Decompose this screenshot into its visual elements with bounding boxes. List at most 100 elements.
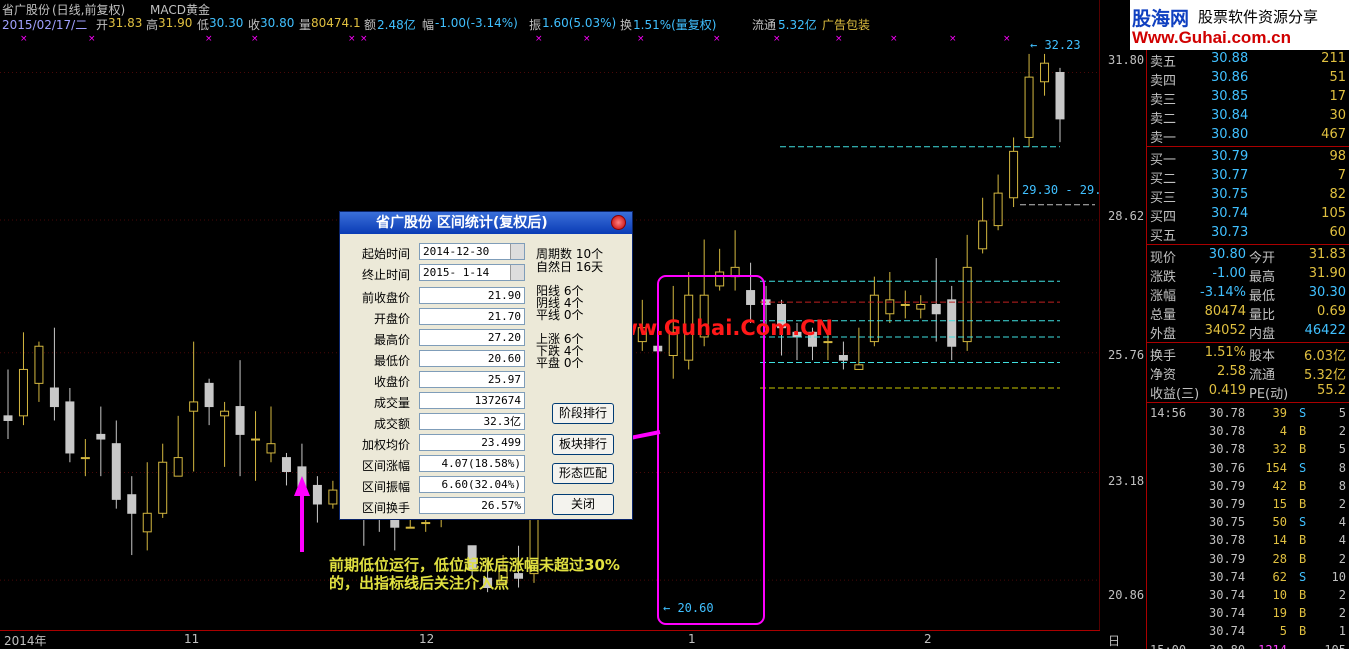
bid-row[interactable]: 买二 30.77 7	[1147, 167, 1349, 187]
candle-body[interactable]	[142, 512, 152, 533]
field-value-text: 23.499	[481, 436, 521, 449]
tick-volume: 62	[1272, 569, 1287, 584]
field-label: 成交量	[373, 396, 410, 410]
bid-row[interactable]: 买四 30.74 105	[1147, 205, 1349, 225]
bid-volume: 82	[1329, 187, 1346, 202]
ask-row[interactable]: 卖一 30.80 467	[1147, 126, 1349, 146]
candle-body[interactable]	[947, 299, 957, 347]
bid-price: 30.73	[1211, 225, 1249, 240]
fin-value: 5.32亿	[1304, 368, 1346, 383]
tick-row: 30.79 15 B 2	[1147, 496, 1349, 514]
candle-body[interactable]	[838, 355, 848, 361]
candle-body[interactable]	[746, 290, 756, 305]
candle-body[interactable]	[715, 271, 725, 287]
tick-time: 15:00	[1150, 643, 1186, 649]
candle-body[interactable]	[65, 401, 75, 454]
tick-volume: 154	[1265, 460, 1287, 475]
bid-row[interactable]: 买五 30.73 60	[1147, 224, 1349, 244]
candle-body[interactable]	[978, 220, 988, 250]
stat-label: 量比	[1249, 308, 1276, 323]
divider	[1147, 342, 1349, 343]
close-icon[interactable]	[611, 215, 626, 230]
tick-price: 30.79	[1209, 551, 1246, 566]
signal-marker: ×	[1003, 34, 1011, 44]
candle-body[interactable]	[281, 457, 291, 473]
interval-stats-dialog[interactable]: 省广股份 区间统计(复权后) 起始时间 2014-12-30 终止时间 2015- 1…	[339, 211, 633, 520]
candle-body[interactable]	[34, 345, 44, 384]
info-days: 自然日 16天	[536, 260, 604, 274]
date-picker[interactable]: 2014-12-30	[419, 243, 525, 260]
stat-label: 涨跌	[1150, 270, 1177, 285]
candle-body[interactable]	[80, 457, 90, 460]
signal-marker: ×	[348, 34, 356, 44]
ask-row[interactable]: 卖五 30.88 211	[1147, 50, 1349, 70]
dialog-title[interactable]: 省广股份 区间统计(复权后)	[340, 212, 632, 234]
ask-price: 30.85	[1211, 89, 1249, 104]
candle-body[interactable]	[189, 401, 199, 412]
signal-marker: ×	[360, 34, 368, 44]
sector-rank-button[interactable]: 板块排行	[552, 434, 614, 455]
candle-body[interactable]	[49, 387, 59, 408]
candle-body[interactable]	[1040, 62, 1050, 83]
candle-body[interactable]	[220, 410, 230, 417]
ask-price: 30.88	[1211, 51, 1249, 66]
candle-body[interactable]	[931, 303, 941, 315]
bid-row[interactable]: 买三 30.75 82	[1147, 186, 1349, 206]
candle-body[interactable]	[251, 438, 261, 441]
candle-body[interactable]	[173, 457, 183, 477]
tick-price: 30.79	[1209, 478, 1246, 493]
candle-body[interactable]	[312, 484, 322, 505]
date-picker[interactable]: 2015- 1-14	[419, 264, 525, 281]
candle-body[interactable]	[266, 443, 276, 454]
candle-body[interactable]	[962, 266, 972, 343]
tick-time: 14:56	[1150, 406, 1187, 420]
candle-body[interactable]	[204, 382, 214, 408]
tick-row: 30.74 19 B 2	[1147, 605, 1349, 623]
close-button[interactable]: 关闭	[552, 494, 614, 515]
stat-label: 最低	[1249, 289, 1276, 304]
tick-volume: 39	[1272, 406, 1287, 420]
tick-volume: 10	[1272, 588, 1287, 602]
spinner-icon[interactable]	[510, 265, 524, 280]
candle-body[interactable]	[1024, 76, 1034, 138]
bid-row[interactable]: 买一 30.79 98	[1147, 148, 1349, 168]
bid-volume: 7	[1337, 168, 1346, 183]
ask-volume: 51	[1329, 70, 1346, 85]
stat-label: 今开	[1249, 251, 1276, 266]
period-label[interactable]: 日线	[1108, 632, 1120, 649]
signal-marker: ×	[88, 34, 96, 44]
candle-body[interactable]	[3, 415, 13, 421]
candle-body[interactable]	[328, 489, 338, 505]
stage-rank-button[interactable]: 阶段排行	[552, 403, 614, 424]
candle-body[interactable]	[405, 526, 415, 529]
fin-value: 6.03亿	[1304, 349, 1346, 364]
tick-count: 1	[1338, 624, 1346, 639]
field-label: 区间涨幅	[361, 459, 410, 473]
pattern-match-button[interactable]: 形态匹配	[552, 463, 614, 484]
candle-body[interactable]	[235, 406, 245, 435]
ask-row[interactable]: 卖三 30.85 17	[1147, 88, 1349, 108]
ask-row[interactable]: 卖四 30.86 51	[1147, 69, 1349, 89]
ask-row[interactable]: 卖二 30.84 30	[1147, 107, 1349, 127]
candle-body[interactable]	[1055, 71, 1065, 120]
candle-body[interactable]	[18, 368, 28, 417]
field-value-text: 27.20	[487, 331, 521, 344]
spinner-icon[interactable]	[510, 244, 524, 259]
candle-body[interactable]	[111, 443, 121, 500]
tick-volume: 50	[1272, 515, 1287, 530]
candle-body[interactable]	[854, 364, 864, 370]
tick-count: 2	[1338, 551, 1346, 566]
candle-body[interactable]	[127, 494, 137, 514]
field-label: 区间振幅	[361, 480, 410, 494]
tick-row: 30.78 32 B 5	[1147, 441, 1349, 459]
candle-body[interactable]	[993, 192, 1003, 227]
candle-body[interactable]	[96, 433, 106, 440]
date-tick: 11	[184, 632, 200, 646]
candle-body[interactable]	[1009, 150, 1019, 199]
candle-body[interactable]	[158, 461, 168, 514]
bid-volume: 105	[1321, 206, 1346, 221]
field-label: 区间换手	[361, 501, 410, 515]
candle-body[interactable]	[916, 303, 926, 310]
candle-body[interactable]	[421, 522, 431, 525]
candle-body[interactable]	[900, 303, 910, 306]
